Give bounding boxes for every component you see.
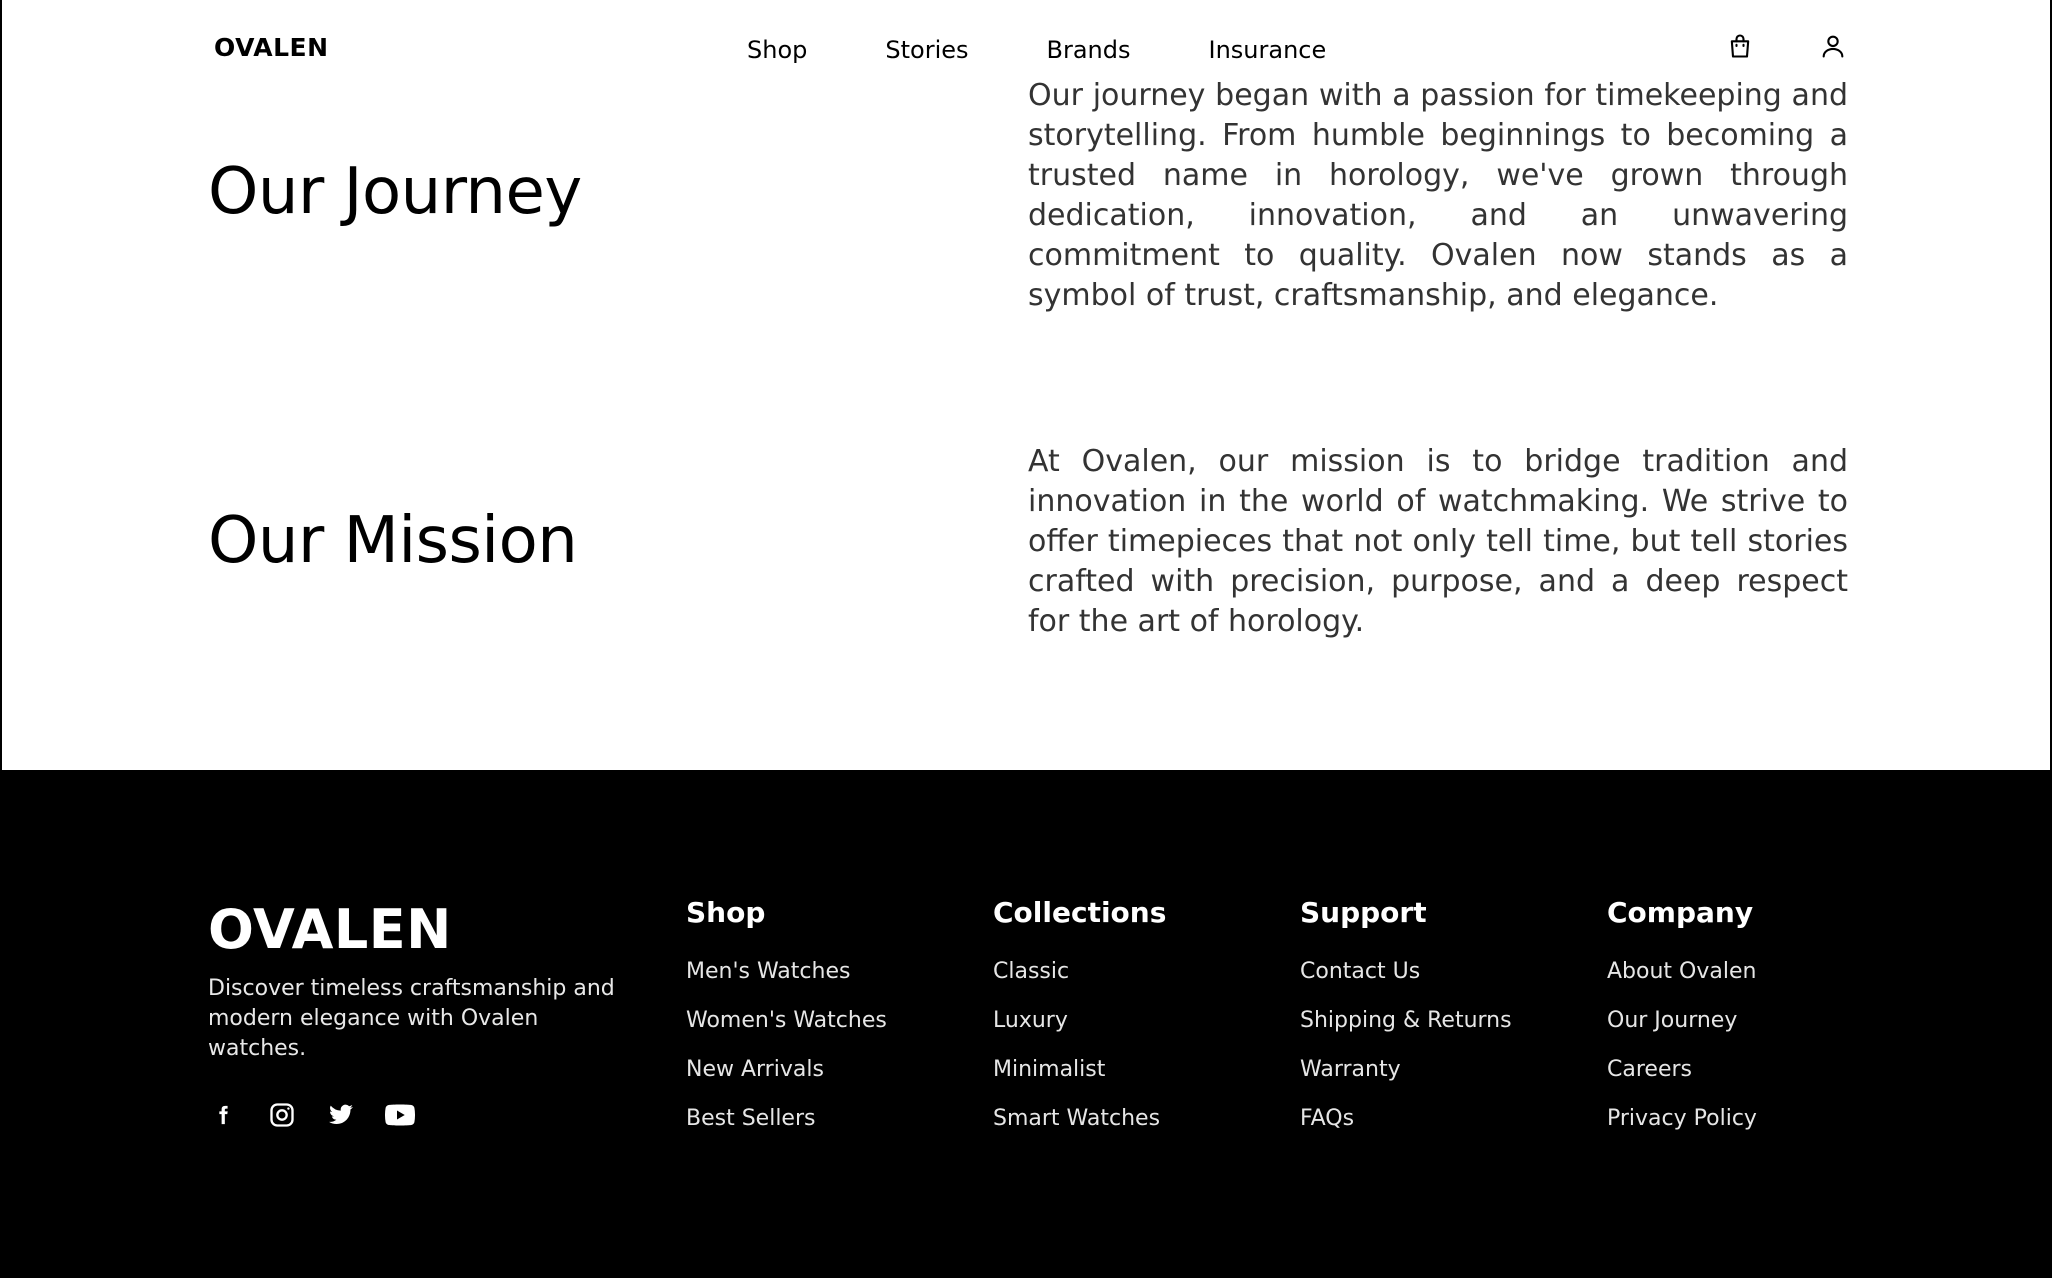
nav-shop[interactable]: Shop <box>747 36 807 64</box>
shopping-bag-icon[interactable] <box>1726 32 1754 60</box>
footer-link-contact-us[interactable]: Contact Us <box>1300 957 1512 987</box>
nav-brands[interactable]: Brands <box>1047 36 1131 64</box>
nav-insurance[interactable]: Insurance <box>1209 36 1327 64</box>
footer-link-classic[interactable]: Classic <box>993 957 1166 987</box>
footer-link-best-sellers[interactable]: Best Sellers <box>686 1104 887 1134</box>
footer-column-company: Company About Ovalen Our Journey Careers… <box>1607 896 1757 1153</box>
twitter-icon[interactable] <box>326 1100 356 1130</box>
footer-link-mens-watches[interactable]: Men's Watches <box>686 957 887 987</box>
footer-link-privacy-policy[interactable]: Privacy Policy <box>1607 1104 1757 1134</box>
site-footer: OVALEN Discover timeless craftsmanship a… <box>2 770 2050 1278</box>
journey-title: Our Journey <box>208 155 582 229</box>
facebook-icon[interactable] <box>208 1100 238 1130</box>
footer-link-about-ovalen[interactable]: About Ovalen <box>1607 957 1757 987</box>
main-nav: Shop Stories Brands Insurance <box>747 36 1326 64</box>
instagram-icon[interactable] <box>267 1100 297 1130</box>
social-links <box>208 1100 444 1130</box>
footer-column-title: Shop <box>686 896 766 929</box>
footer-link-shipping-returns[interactable]: Shipping & Returns <box>1300 1006 1512 1036</box>
journey-text: Our journey began with a passion for tim… <box>1028 78 1848 313</box>
user-icon[interactable] <box>1819 32 1847 60</box>
footer-column-title: Support <box>1300 896 1427 929</box>
footer-link-luxury[interactable]: Luxury <box>993 1006 1166 1036</box>
footer-tagline: Discover timeless craftsmanship and mode… <box>208 976 615 1061</box>
footer-link-our-journey[interactable]: Our Journey <box>1607 1006 1757 1036</box>
footer-link-careers[interactable]: Careers <box>1607 1055 1757 1085</box>
page-frame: Our Journey Our journey began with a pas… <box>0 0 2052 1278</box>
footer-column-shop: Shop Men's Watches Women's Watches New A… <box>686 896 887 1153</box>
footer-link-warranty[interactable]: Warranty <box>1300 1055 1512 1085</box>
footer-column-support: Support Contact Us Shipping & Returns Wa… <box>1300 896 1512 1153</box>
footer-link-faqs[interactable]: FAQs <box>1300 1104 1512 1134</box>
site-header: OVALEN Shop Stories Brands Insurance <box>2 0 2050 84</box>
nav-stories[interactable]: Stories <box>885 36 968 64</box>
footer-link-womens-watches[interactable]: Women's Watches <box>686 1006 887 1036</box>
footer-link-smart-watches[interactable]: Smart Watches <box>993 1104 1166 1134</box>
footer-column-title: Company <box>1607 896 1754 929</box>
header-logo[interactable]: OVALEN <box>214 33 329 62</box>
mission-text: At Ovalen, our mission is to bridge trad… <box>1028 444 1848 639</box>
footer-column-title: Collections <box>993 896 1167 929</box>
footer-logo[interactable]: OVALEN <box>208 898 452 961</box>
mission-title: Our Mission <box>208 504 578 578</box>
footer-link-new-arrivals[interactable]: New Arrivals <box>686 1055 887 1085</box>
footer-link-minimalist[interactable]: Minimalist <box>993 1055 1166 1085</box>
footer-column-collections: Collections Classic Luxury Minimalist Sm… <box>993 896 1166 1153</box>
youtube-icon[interactable] <box>385 1100 415 1130</box>
